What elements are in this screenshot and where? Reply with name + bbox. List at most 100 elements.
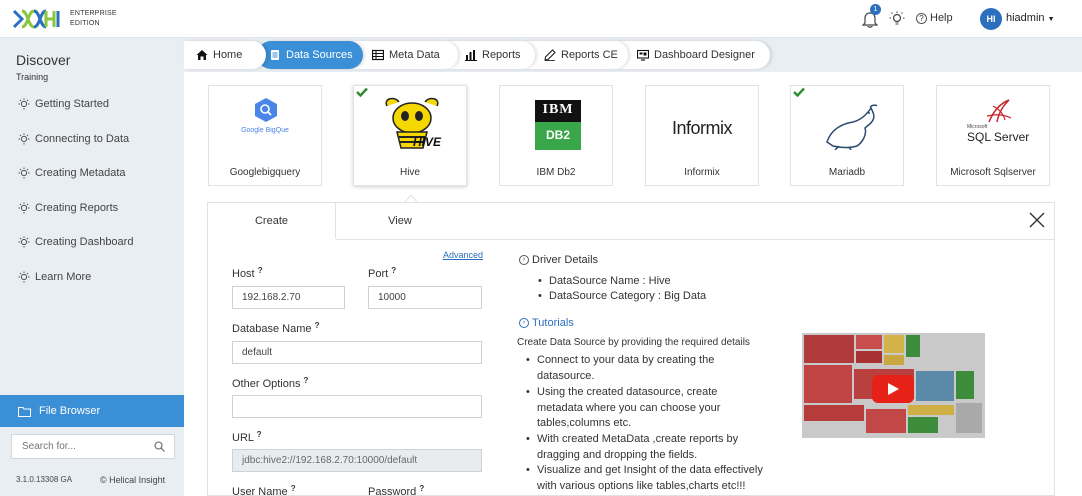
check-icon	[793, 87, 805, 97]
database-name-input[interactable]	[232, 341, 482, 364]
tab-dashboard-designer-label: Dashboard Designer	[654, 49, 755, 61]
tutorial-bullet: With created MetaData ,create reports by…	[526, 432, 739, 463]
datasource-card-label: Hive	[399, 167, 420, 178]
helical-insight-logo[interactable]	[12, 8, 64, 30]
help-link[interactable]: ? Help	[916, 12, 953, 24]
datasource-card-ibm-db2[interactable]: IBM DB2 IBM Db2	[499, 85, 613, 186]
datasource-card-hive[interactable]: HIVE Hive	[353, 85, 467, 186]
help-label: Help	[930, 12, 953, 24]
database-icon	[271, 50, 279, 60]
version-label: 3.1.0.13308 GA	[16, 475, 73, 484]
tutorial-line: Connect to your data by creating the	[537, 354, 715, 366]
info-icon[interactable]: ?	[258, 266, 263, 275]
port-label: Port ?	[368, 266, 396, 280]
tab-create[interactable]: Create	[208, 203, 336, 239]
tutorial-line: datasource.	[537, 369, 595, 382]
username-label: User Name ?	[232, 484, 296, 496]
info-icon[interactable]: ?	[419, 484, 424, 493]
table-icon	[372, 49, 384, 61]
sidebar-item-creating-metadata[interactable]: Creating Metadata	[18, 165, 126, 181]
sql-server-wordmark: SQL Server	[967, 130, 1030, 144]
host-input[interactable]	[232, 286, 345, 309]
lightbulb-icon[interactable]	[889, 11, 905, 27]
tutorial-line: Visualize and get Insight of the data ef…	[537, 464, 763, 476]
sidebar-item-label: Creating Metadata	[35, 167, 126, 179]
info-icon[interactable]: ?	[257, 430, 262, 439]
other-options-input[interactable]	[232, 395, 482, 418]
user-menu[interactable]: hiadmin ▼	[1006, 12, 1055, 24]
tab-reports-ce-label: Reports CE	[561, 49, 618, 61]
datasource-card-microsoft-sqlserver[interactable]: Microsoft SQL Server Microsoft Sqlserver	[936, 85, 1050, 186]
tab-meta-data[interactable]: Meta Data	[354, 41, 458, 69]
url-label-text: URL	[232, 432, 254, 444]
tutorial-bullet: Visualize and get Insight of the data ef…	[526, 463, 763, 494]
sidebar-title: Discover	[16, 52, 71, 68]
tab-reports-label: Reports	[482, 49, 521, 61]
info-icon[interactable]: ?	[391, 266, 396, 275]
advanced-link[interactable]: Advanced	[443, 250, 483, 260]
other-options-label-text: Other Options	[232, 378, 301, 390]
username-label-text: User Name	[232, 486, 288, 496]
sidebar-item-label: Getting Started	[35, 98, 109, 110]
tutorial-video-thumbnail[interactable]	[802, 333, 985, 438]
main-nav: Home Data Sources Meta Data Reports Repo…	[184, 38, 1082, 72]
db2-wordmark: DB2	[545, 128, 570, 142]
other-options-label: Other Options ?	[232, 376, 308, 390]
port-input[interactable]	[368, 286, 482, 309]
avatar[interactable]: HI	[980, 8, 1002, 30]
tutorial-line: With created MetaData ,create reports by	[537, 433, 739, 445]
lightbulb-icon	[18, 98, 30, 110]
driver-details-heading-text: Driver Details	[532, 254, 599, 266]
tab-home[interactable]: Home	[184, 41, 266, 69]
tab-view[interactable]: View	[336, 203, 464, 239]
close-icon[interactable]	[1028, 211, 1046, 229]
bar-chart-icon	[465, 50, 477, 61]
edition-label: ENTERPRISE EDITION	[70, 9, 117, 29]
datasource-card-mariadb[interactable]: Mariadb	[790, 85, 904, 186]
search-box	[11, 434, 175, 459]
driver-name-item: DataSource Name : Hive	[538, 274, 671, 290]
monitor-icon	[637, 49, 649, 61]
sidebar-item-connecting-to-data[interactable]: Connecting to Data	[18, 131, 129, 147]
datasource-card-informix[interactable]: Informix Informix	[645, 85, 759, 186]
datasource-form-panel: Create View Advanced Host ? Port ? Datab…	[207, 202, 1055, 496]
info-icon[interactable]: ?	[304, 376, 309, 385]
url-label: URL ?	[232, 430, 262, 444]
tutorials-intro: Create Data Source by providing the requ…	[517, 337, 750, 348]
informix-logo-text: Informix	[671, 118, 733, 138]
tutorials-heading-text: Tutorials	[532, 317, 574, 329]
edition-line-2: EDITION	[70, 20, 100, 27]
tutorials-heading[interactable]: › Tutorials	[519, 317, 574, 329]
database-name-label-text: Database Name	[232, 323, 312, 335]
info-icon[interactable]: ?	[315, 321, 320, 330]
datasource-card-label: Informix	[684, 167, 720, 178]
ibm-wordmark: IBM	[542, 102, 574, 117]
tutorial-line: with various options like tables,charts …	[537, 479, 746, 492]
question-icon: ?	[916, 12, 927, 24]
tab-data-sources[interactable]: Data Sources	[257, 41, 363, 69]
sql-server-logo	[986, 99, 1012, 123]
sidebar-item-getting-started[interactable]: Getting Started	[18, 96, 109, 112]
tab-reports-ce[interactable]: Reports CE	[524, 41, 628, 69]
mariadb-seal-logo	[826, 104, 878, 150]
tutorial-line: dragging and dropping the fields.	[537, 448, 698, 461]
datasource-card-googlebigquery[interactable]: Google BigQue Googlebigquery	[208, 85, 322, 186]
search-input[interactable]	[12, 435, 142, 458]
sidebar-item-creating-dashboard[interactable]: Creating Dashboard	[18, 234, 133, 250]
informix-logo: Informix	[646, 118, 758, 139]
datasource-card-label: IBM Db2	[536, 167, 576, 178]
driver-details-heading[interactable]: › Driver Details	[519, 254, 598, 266]
sidebar-item-learn-more[interactable]: Learn More	[18, 269, 91, 285]
sidebar-subtitle: Training	[16, 72, 49, 82]
sidebar-item-creating-reports[interactable]: Creating Reports	[18, 200, 118, 216]
hive-logo-text: HIVE	[413, 135, 442, 149]
file-browser-button[interactable]: File Browser	[0, 395, 184, 427]
info-icon[interactable]: ?	[291, 484, 296, 493]
lightbulb-icon	[18, 167, 30, 179]
search-icon[interactable]	[154, 441, 165, 452]
sidebar-item-label: Connecting to Data	[35, 133, 130, 145]
play-button-icon[interactable]	[872, 375, 914, 403]
tab-reports[interactable]: Reports	[447, 41, 535, 69]
tab-dashboard-designer[interactable]: Dashboard Designer	[616, 41, 770, 69]
sidebar: Discover Training Getting Started Connec…	[0, 38, 184, 496]
